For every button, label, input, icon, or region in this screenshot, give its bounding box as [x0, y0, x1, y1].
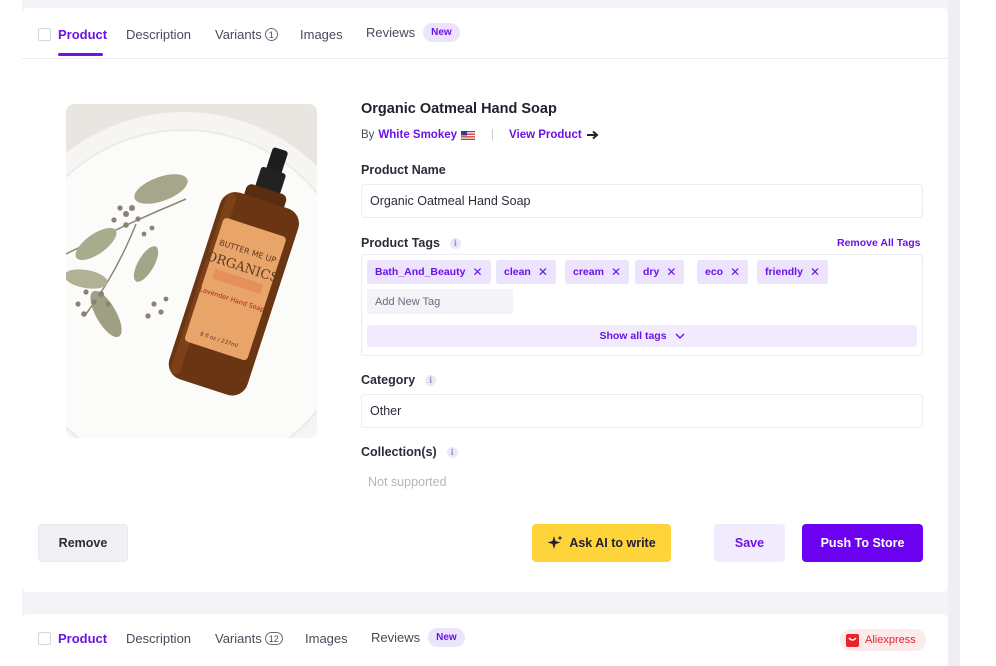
product-image[interactable]: BUTTER ME UP ORGANICS Lavender Hand Soap…	[66, 104, 317, 438]
tag-label: clean	[504, 266, 531, 278]
label-text: Category	[361, 373, 416, 387]
tab-label: Description	[126, 27, 192, 42]
vendor-link[interactable]: White Smokey	[378, 129, 457, 141]
vendor-line: By White Smokey | View Product	[361, 129, 599, 141]
category-label: Category i	[361, 373, 437, 387]
product-title: Organic Oatmeal Hand Soap	[361, 101, 557, 117]
tab-variants[interactable]: Variants 12	[215, 631, 283, 646]
tag-chip: Bath_And_Beauty ✕	[367, 260, 491, 284]
tab-reviews[interactable]: Reviews New	[371, 628, 465, 647]
scrollbar-track[interactable]	[948, 0, 960, 666]
label-text: Collection(s)	[361, 445, 437, 459]
info-icon[interactable]: i	[446, 446, 458, 458]
tag-chip: dry ✕	[635, 260, 685, 284]
tab-label: Variants	[215, 27, 262, 42]
tab-label: Reviews	[366, 25, 416, 40]
arrow-right-icon	[586, 130, 599, 140]
tag-label: friendly	[765, 266, 803, 278]
info-icon[interactable]: i	[449, 237, 461, 249]
tag-label: dry	[643, 266, 660, 278]
info-icon[interactable]: i	[425, 374, 437, 386]
tag-chip: cream ✕	[565, 260, 630, 284]
us-flag-icon	[461, 130, 476, 140]
tab-images[interactable]: Images	[300, 27, 343, 42]
tag-label: cream	[573, 266, 604, 278]
product-name-input[interactable]: Organic Oatmeal Hand Soap	[361, 184, 923, 218]
remove-button[interactable]: Remove	[38, 524, 128, 562]
view-product-label: View Product	[509, 129, 582, 141]
tab-label: Product	[58, 631, 108, 646]
tab-description[interactable]: Description	[126, 27, 191, 42]
show-all-tags-button[interactable]: Show all tags	[367, 325, 917, 347]
aliexpress-icon	[846, 633, 859, 647]
product-card: Product Description Variants 1 Images Re…	[22, 8, 948, 592]
product-tabs: Product Description Variants 1 Images Re…	[22, 8, 948, 59]
tab-description[interactable]: Description	[126, 631, 191, 646]
source-label: Aliexpress	[865, 634, 916, 646]
push-to-store-button[interactable]: Push To Store	[802, 524, 923, 562]
separator: |	[491, 129, 495, 141]
select-product-checkbox[interactable]	[38, 632, 51, 645]
remove-tag-icon[interactable]: ✕	[730, 265, 740, 279]
tab-reviews[interactable]: Reviews New	[366, 23, 460, 42]
ask-ai-button[interactable]: Ask AI to write	[532, 524, 671, 562]
variants-count-badge: 1	[264, 28, 278, 41]
product-tags-label: Product Tags i	[361, 236, 461, 250]
category-select[interactable]: Other	[361, 394, 923, 428]
tab-label: Images	[300, 27, 343, 42]
tab-label: Reviews	[371, 630, 421, 645]
tab-product[interactable]: Product	[58, 631, 107, 646]
sparkle-icon	[547, 535, 563, 549]
remove-tag-icon[interactable]: ✕	[538, 265, 548, 279]
select-product-checkbox[interactable]	[38, 28, 51, 41]
new-badge: New	[423, 23, 460, 42]
tab-label: Product	[58, 27, 108, 42]
collections-label: Collection(s) i	[361, 445, 458, 459]
ask-ai-label: Ask AI to write	[569, 536, 656, 550]
remove-tag-icon[interactable]: ✕	[472, 265, 482, 279]
add-tag-input[interactable]	[367, 289, 513, 314]
tag-chip: eco ✕	[697, 260, 749, 284]
product-card-2: Product Description Variants 12 Images R…	[22, 614, 948, 666]
tab-label: Images	[305, 631, 348, 646]
tab-images[interactable]: Images	[305, 631, 348, 646]
remove-tag-icon[interactable]: ✕	[810, 265, 820, 279]
tag-chip: clean ✕	[496, 260, 556, 284]
input-value: Organic Oatmeal Hand Soap	[370, 194, 531, 208]
tag-label: Bath_And_Beauty	[375, 266, 466, 278]
show-all-label: Show all tags	[599, 330, 667, 342]
tab-variants[interactable]: Variants 1	[215, 27, 278, 42]
tab-label: Variants	[215, 631, 262, 646]
active-tab-indicator	[58, 53, 103, 56]
by-prefix: By	[361, 129, 375, 141]
new-badge: New	[428, 628, 465, 647]
tag-chip: friendly ✕	[757, 260, 828, 284]
tags-container: Bath_And_Beauty ✕ clean ✕ cream ✕ dry ✕ …	[361, 254, 923, 356]
aliexpress-source-badge[interactable]: Aliexpress	[840, 629, 926, 651]
remove-all-tags-link[interactable]: Remove All Tags	[837, 237, 920, 249]
tab-label: Description	[126, 631, 192, 646]
tag-label: eco	[705, 266, 724, 278]
select-value: Other	[370, 404, 402, 418]
chevron-down-icon	[675, 333, 685, 339]
remove-tag-icon[interactable]: ✕	[611, 265, 621, 279]
save-button[interactable]: Save	[714, 524, 785, 562]
product-tabs: Product Description Variants 12 Images R…	[22, 614, 948, 665]
variants-count-badge: 12	[264, 632, 283, 645]
view-product-link[interactable]: View Product	[509, 129, 599, 141]
remove-tag-icon[interactable]: ✕	[666, 265, 676, 279]
tab-product[interactable]: Product	[58, 27, 107, 42]
collections-not-supported: Not supported	[368, 475, 447, 489]
label-text: Product Name	[361, 163, 446, 177]
label-text: Product Tags	[361, 236, 440, 250]
product-name-label: Product Name	[361, 163, 446, 177]
